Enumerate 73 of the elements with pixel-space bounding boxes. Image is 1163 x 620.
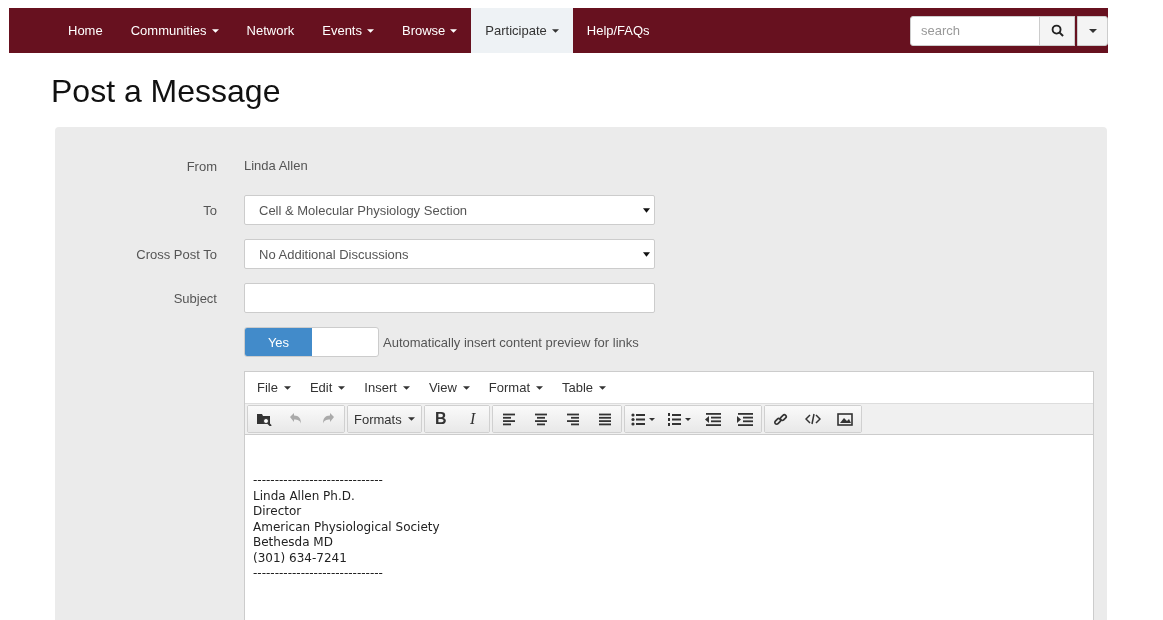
indent-icon	[736, 412, 753, 426]
menu-item[interactable]: Format	[480, 380, 551, 395]
caret-icon	[283, 385, 291, 390]
code-icon	[804, 413, 821, 425]
caret-icon	[599, 385, 607, 390]
signature-line: Linda Allen Ph.D.	[253, 488, 356, 504]
undo-icon	[289, 412, 303, 426]
signature-line: ------------------------------	[253, 566, 384, 582]
from-value: Linda Allen	[244, 157, 308, 175]
subject-field[interactable]	[244, 283, 655, 313]
signature-line: (301) 634-7241	[253, 550, 348, 566]
numbered-list-icon	[666, 412, 691, 426]
menu-item[interactable]: Insert	[356, 380, 418, 395]
caret-icon	[643, 251, 650, 257]
toolbar-button[interactable]: Formats	[348, 406, 421, 432]
nav-link[interactable]: Home	[54, 8, 117, 53]
search-button[interactable]	[1039, 15, 1075, 46]
caret-icon	[462, 385, 470, 390]
nav-link[interactable]: Help/FAQs	[572, 8, 664, 53]
page-title: Post a Message	[51, 72, 282, 111]
justify-icon	[596, 412, 613, 426]
toolbar-button[interactable]	[248, 406, 280, 432]
caret-icon	[551, 28, 559, 33]
caret-icon	[211, 28, 219, 33]
caret-icon	[643, 207, 650, 213]
caret-icon	[536, 385, 543, 390]
signature-line: Bethesda MD	[253, 535, 334, 551]
nav-link[interactable]: Communities	[116, 8, 233, 53]
signature-line: Director	[253, 504, 303, 520]
menu-item[interactable]: View	[420, 380, 478, 395]
redo-icon	[321, 412, 335, 426]
align-left-icon	[500, 412, 517, 426]
toolbar-button[interactable]: I	[456, 406, 489, 432]
caret-icon	[450, 28, 458, 33]
select-field[interactable]: Cell & Molecular Physiology Section	[244, 195, 655, 225]
nav-link[interactable]: Events	[308, 8, 388, 53]
caret-icon	[402, 385, 410, 390]
caret-icon	[1088, 28, 1097, 33]
signature-line: ------------------------------	[253, 473, 384, 489]
search-field[interactable]: search	[910, 15, 1040, 46]
menu-item[interactable]: Edit	[301, 380, 354, 395]
bullet-list-icon	[630, 412, 655, 426]
toolbar-button[interactable]	[624, 406, 661, 432]
menu-item[interactable]: File	[249, 380, 299, 395]
signature-line: American Physiological Society	[253, 519, 441, 535]
folder-search-icon	[256, 412, 272, 426]
nav-link[interactable]: Browse	[388, 8, 472, 53]
select-field[interactable]: No Additional Discussions	[244, 239, 655, 269]
caret-icon	[338, 385, 346, 390]
menu-item[interactable]: Table	[554, 380, 615, 395]
toolbar-button[interactable]	[728, 406, 761, 432]
image-icon	[836, 412, 853, 426]
toolbar-button[interactable]	[828, 406, 861, 432]
field-label: From	[185, 158, 218, 174]
nav-link[interactable]: Participate	[471, 8, 573, 53]
field-label: Cross Post To	[135, 246, 218, 262]
outdent-icon	[704, 412, 721, 426]
link-icon	[773, 411, 789, 427]
field-label: Subject	[172, 290, 218, 306]
align-center-icon	[532, 412, 549, 426]
caret-icon	[407, 417, 415, 421]
toolbar-button[interactable]	[492, 406, 525, 432]
dropdown-button[interactable]	[1077, 15, 1108, 46]
preview-toggle[interactable]: Yes	[244, 327, 379, 357]
caret-icon	[367, 28, 374, 33]
nav-link[interactable]: Network	[232, 8, 309, 53]
toolbar-button[interactable]	[588, 406, 621, 432]
toggle-label: Automatically insert content preview for links	[383, 334, 639, 350]
search-icon	[1050, 24, 1064, 37]
align-right-icon	[564, 412, 581, 426]
field-label: To	[202, 202, 218, 218]
toolbar-button[interactable]: B	[424, 406, 457, 432]
toolbar-button[interactable]	[764, 406, 797, 432]
